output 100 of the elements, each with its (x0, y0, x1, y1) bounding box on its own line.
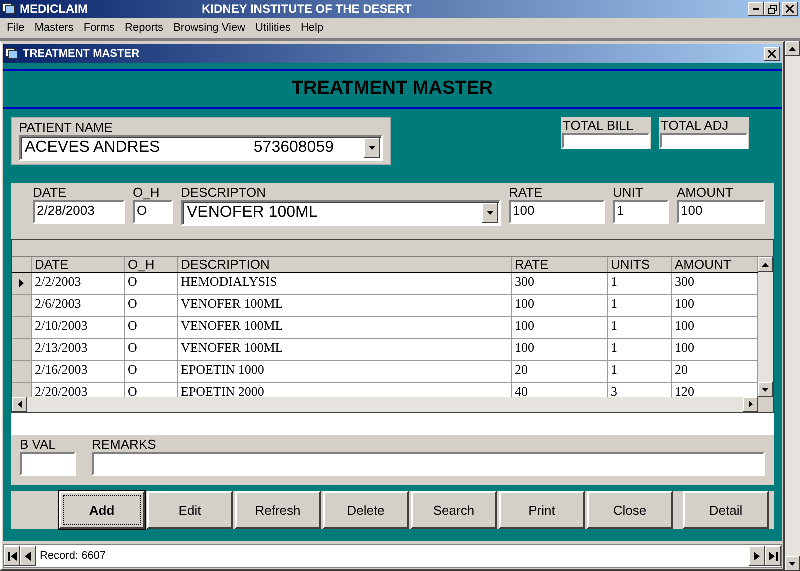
restore-button[interactable] (764, 2, 780, 16)
action-button[interactable]: Delete (323, 491, 409, 529)
field-label: AMOUNT (677, 185, 734, 200)
dropdown-button[interactable] (364, 138, 380, 158)
action-button[interactable]: Search (411, 491, 497, 529)
current-row-icon (19, 279, 24, 288)
menu-item[interactable]: Help (296, 22, 329, 34)
patient-dropdown[interactable]: ACEVES ANDRES 573608059 (19, 135, 383, 161)
first-record-button[interactable] (4, 546, 20, 566)
close-icon (786, 5, 794, 13)
vertical-scrollbar[interactable] (758, 257, 773, 397)
scroll-up-icon (762, 262, 769, 266)
input-field[interactable]: O (133, 200, 173, 224)
dropdown-button[interactable] (482, 203, 498, 223)
menu-item[interactable]: File (2, 22, 30, 34)
table-cell: O (125, 339, 178, 360)
menu-item[interactable]: Forms (78, 22, 120, 34)
description-dropdown[interactable]: VENOFER 100ML (181, 200, 501, 226)
table-cell: 2/6/2003 (32, 295, 125, 316)
action-button[interactable]: Detail (683, 491, 769, 529)
scroll-up-icon (789, 46, 796, 50)
table-cell: 100 (512, 317, 608, 338)
horizontal-scrollbar[interactable] (12, 397, 773, 412)
input-field[interactable] (660, 133, 748, 149)
table-cell: 1 (608, 317, 672, 338)
table-cell: VENOFER 100ML (178, 339, 512, 360)
menu-item[interactable]: Masters (30, 22, 79, 34)
form-heading: TREATMENT MASTER (292, 78, 494, 100)
input-field[interactable]: 1 (613, 200, 669, 224)
field-label: REMARKS (92, 437, 158, 452)
table-cell: 2/10/2003 (32, 317, 125, 338)
table-cell: 2/2/2003 (32, 273, 125, 294)
close-button[interactable] (782, 2, 798, 16)
restore-icon (768, 4, 776, 14)
column-header[interactable]: DATE (32, 257, 125, 272)
column-header[interactable]: RATE (512, 257, 608, 272)
last-icon (768, 552, 778, 560)
previous-record-button[interactable] (20, 546, 36, 566)
menu-item[interactable]: Utilities (250, 22, 296, 34)
table-cell: 20 (512, 361, 608, 382)
input-field[interactable] (20, 452, 76, 476)
table-cell: HEMODIALYSIS (178, 273, 512, 294)
field-label: DATE (33, 185, 68, 200)
field-label: RATE (509, 185, 544, 200)
field-label: B VAL (20, 437, 57, 452)
field-label: DESCRIPTON (181, 185, 267, 200)
vertical-scrollbar[interactable] (785, 41, 800, 571)
minimize-icon (753, 8, 759, 10)
field-label: UNIT (613, 185, 644, 200)
close-icon (768, 50, 776, 58)
action-button[interactable]: Refresh (235, 491, 321, 529)
app-subtitle: KIDNEY INSTITUTE OF THE DESERT (202, 2, 412, 16)
column-header[interactable]: DESCRIPTION (178, 257, 512, 272)
remarks-field[interactable] (92, 452, 765, 476)
scroll-down-icon (762, 388, 769, 392)
table-cell: 20 (672, 361, 758, 382)
table-cell: 1 (608, 273, 672, 294)
menu-item[interactable]: Browsing View (168, 22, 251, 34)
table-cell: 100 (512, 295, 608, 316)
field-label: PATIENT NAME (19, 120, 114, 135)
next-icon (754, 552, 760, 560)
table-cell: O (125, 317, 178, 338)
caret-icon (368, 146, 376, 150)
first-icon (8, 552, 16, 560)
action-button[interactable]: Print (499, 491, 585, 529)
form-title: TREATMENT MASTER (23, 48, 140, 60)
input-field[interactable] (562, 133, 650, 149)
minimize-button[interactable] (748, 2, 764, 16)
table-cell: 40 (512, 383, 608, 397)
close-button[interactable] (764, 46, 780, 60)
field-label: TOTAL ADJ (660, 118, 730, 133)
action-button[interactable]: Close (587, 491, 673, 529)
table-cell: O (125, 273, 178, 294)
field-label: TOTAL BILL (562, 118, 635, 133)
table-cell: 2/13/2003 (32, 339, 125, 360)
table-cell: VENOFER 100ML (178, 317, 512, 338)
previous-icon (25, 552, 31, 560)
table-cell: 100 (512, 339, 608, 360)
next-record-button[interactable] (749, 546, 765, 566)
field-label: O_H (133, 185, 161, 200)
date-field[interactable]: 2/28/2003 (33, 200, 125, 224)
action-button[interactable]: Add (59, 491, 145, 529)
column-header[interactable]: UNITS (608, 257, 672, 272)
table-cell: 100 (672, 295, 758, 316)
record-counter: Record: 6607 (39, 550, 108, 562)
input-field[interactable]: 100 (509, 200, 605, 224)
input-field[interactable]: 100 (677, 200, 765, 224)
table-cell: EPOETIN 1000 (178, 361, 512, 382)
app-title: MEDICLAIM (20, 2, 88, 16)
menu-item[interactable]: Reports (120, 22, 169, 34)
scroll-down-icon (789, 562, 796, 566)
table-cell: O (125, 295, 178, 316)
column-header[interactable]: O_H (125, 257, 178, 272)
table-cell: O (125, 383, 178, 397)
action-button[interactable]: Edit (147, 491, 233, 529)
last-record-button[interactable] (765, 546, 781, 566)
scroll-right-icon (748, 401, 752, 408)
table-cell: O (125, 361, 178, 382)
table-cell: 3 (608, 383, 672, 397)
table-cell: 2/16/2003 (32, 361, 125, 382)
